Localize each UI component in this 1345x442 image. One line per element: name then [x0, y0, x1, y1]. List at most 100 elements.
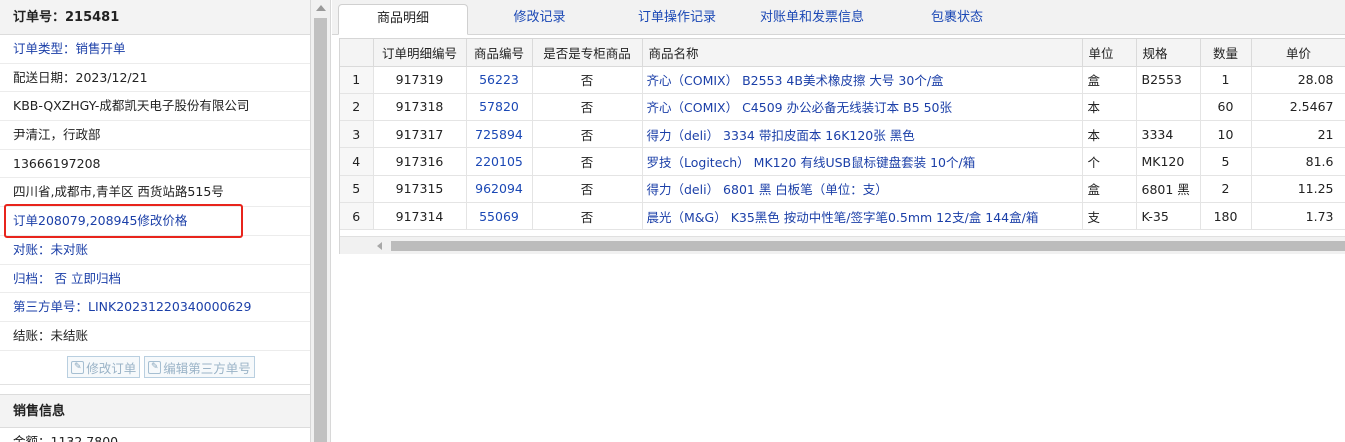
quantity-cell: 60 — [1200, 93, 1252, 122]
spec-cell — [1136, 93, 1201, 122]
sales-info-title: 销售信息 — [0, 393, 310, 428]
detail-id-cell: 917314 — [373, 202, 467, 231]
table-row[interactable]: 6 917314 55069 否晨光（M&G） K35黑色 按动中性笔/签字笔0.5m… — [340, 202, 1345, 231]
edit-icon: ✎ — [71, 360, 85, 374]
unit-cell: 个 — [1082, 147, 1137, 176]
reconcile-status[interactable]: 对账：未对账 — [0, 236, 310, 265]
row-number-cell: 1 — [340, 66, 374, 94]
quantity-cell: 1 — [1200, 66, 1252, 94]
counter-flag-cell: 否 — [532, 202, 643, 231]
tab-modify-log[interactable]: 修改记录 — [482, 4, 597, 35]
col-unit[interactable]: 单位 — [1082, 39, 1137, 67]
detail-id-cell: 917316 — [373, 147, 467, 176]
spec-cell: 3334 — [1136, 120, 1201, 149]
product-id-cell[interactable]: 962094 — [466, 175, 533, 203]
edit-third-party-button[interactable]: ✎ 编辑第三方单号 — [144, 356, 255, 379]
product-detail-grid: 订单明细编号 商品编号 是否是专柜商品 商品名称 单位 规格 数量 单价 1 91… — [339, 38, 1345, 254]
product-name-cell[interactable]: 得力（deli） 6801 黑 白板笔（单位：支） — [642, 175, 1083, 203]
quantity-cell: 10 — [1200, 120, 1252, 149]
detail-panel: 商品明细 修改记录 订单操作记录 对账单和发票信息 包裹状态 订单明细编号 商品… — [332, 0, 1345, 442]
scroll-up-arrow-icon[interactable] — [316, 5, 326, 11]
unit-price-cell: 11.25 — [1251, 175, 1345, 203]
detail-id-cell: 917315 — [373, 175, 467, 203]
product-id-cell[interactable]: 55069 — [466, 202, 533, 231]
unit-cell: 本 — [1082, 93, 1137, 122]
row-number-cell: 3 — [340, 120, 374, 149]
edit-third-party-label: 编辑第三方单号 — [163, 360, 251, 376]
scroll-left-arrow-icon[interactable] — [377, 242, 382, 250]
product-name-cell[interactable]: 晨光（M&G） K35黑色 按动中性笔/签字笔0.5mm 12支/盒 144盒/… — [642, 202, 1083, 231]
spec-cell: K-35 — [1136, 202, 1201, 231]
counter-flag-cell: 否 — [532, 120, 643, 149]
row-number-cell: 4 — [340, 147, 374, 176]
delivery-date: 配送日期：2023/12/21 — [0, 64, 310, 93]
unit-price-cell: 1.73 — [1251, 202, 1345, 231]
product-name-cell[interactable]: 齐心（COMIX） B2553 4B美术橡皮擦 大号 30个/盒 — [642, 66, 1083, 94]
tab-operation-log[interactable]: 订单操作记录 — [612, 4, 742, 35]
contact-phone: 13666197208 — [0, 150, 310, 179]
col-detail-id[interactable]: 订单明细编号 — [373, 39, 467, 67]
unit-price-cell: 2.5467 — [1251, 93, 1345, 122]
unit-price-cell: 28.08 — [1251, 66, 1345, 94]
archive-status[interactable]: 归档： 否 立即归档 — [0, 265, 310, 294]
row-number-cell: 5 — [340, 175, 374, 203]
product-table: 订单明细编号 商品编号 是否是专柜商品 商品名称 单位 规格 数量 单价 1 91… — [340, 39, 1345, 231]
col-counter-flag[interactable]: 是否是专柜商品 — [532, 39, 643, 67]
table-row[interactable]: 5 917315 962094 否得力（deli） 6801 黑 白板笔（单位：支）盒… — [340, 175, 1345, 203]
horizontal-scrollbar-thumb[interactable] — [391, 241, 1345, 251]
order-type: 订单类型：销售开单 — [0, 35, 310, 64]
unit-cell: 本 — [1082, 120, 1137, 149]
tab-product-detail[interactable]: 商品明细 — [338, 4, 468, 35]
quantity-cell: 5 — [1200, 147, 1252, 176]
product-name-cell[interactable]: 齐心（COMIX） C4509 办公必备无线装订本 B5 50张 — [642, 93, 1083, 122]
spec-cell: B2553 — [1136, 66, 1201, 94]
quantity-cell: 180 — [1200, 202, 1252, 231]
col-product-id[interactable]: 商品编号 — [466, 39, 533, 67]
product-id-cell[interactable]: 725894 — [466, 120, 533, 149]
edit-icon: ✎ — [148, 360, 162, 374]
product-id-cell[interactable]: 57820 — [466, 93, 533, 122]
order-detail-window: 订单号：215481 订单类型：销售开单 配送日期：2023/12/21 KBB… — [0, 0, 1345, 442]
counter-flag-cell: 否 — [532, 175, 643, 203]
scrollbar-thumb[interactable] — [314, 18, 327, 442]
sales-amount: 金额：1132.7800 — [0, 428, 310, 442]
customer-company: KBB-QXZHGY-成都凯天电子股份有限公司 — [0, 92, 310, 122]
counter-flag-cell: 否 — [532, 93, 643, 122]
unit-cell: 盒 — [1082, 66, 1137, 94]
left-panel-scrollbar[interactable] — [311, 0, 331, 442]
col-product-name[interactable]: 商品名称 — [642, 39, 1083, 67]
product-id-cell[interactable]: 56223 — [466, 66, 533, 94]
unit-price-cell: 81.6 — [1251, 147, 1345, 176]
col-quantity[interactable]: 数量 — [1200, 39, 1252, 67]
col-spec[interactable]: 规格 — [1136, 39, 1201, 67]
table-row[interactable]: 1 917319 56223 否齐心（COMIX） B2553 4B美术橡皮擦 大号 … — [340, 66, 1345, 94]
spec-cell: 6801 黑 — [1136, 175, 1201, 203]
row-number-cell: 2 — [340, 93, 374, 122]
col-unit-price[interactable]: 单价 — [1251, 39, 1345, 67]
product-name-cell[interactable]: 得力（deli） 3334 带扣皮面本 16K120张 黑色 — [642, 120, 1083, 149]
unit-price-cell: 21 — [1251, 120, 1345, 149]
table-row[interactable]: 2 917318 57820 否齐心（COMIX） C4509 办公必备无线装订本 B… — [340, 93, 1345, 122]
unit-cell: 支 — [1082, 202, 1137, 231]
quantity-cell: 2 — [1200, 175, 1252, 203]
order-action-buttons: ✎ 修改订单 ✎ 编辑第三方单号 — [0, 351, 310, 385]
table-row[interactable]: 4 917316 220105 否罗技（Logitech） MK120 有线USB鼠标… — [340, 147, 1345, 176]
product-name-cell[interactable]: 罗技（Logitech） MK120 有线USB鼠标键盘套装 10个/箱 — [642, 147, 1083, 176]
detail-id-cell: 917319 — [373, 66, 467, 94]
counter-flag-cell: 否 — [532, 147, 643, 176]
horizontal-scrollbar[interactable] — [340, 236, 1345, 254]
detail-tabs: 商品明细 修改记录 订单操作记录 对账单和发票信息 包裹状态 — [332, 0, 1345, 35]
order-number-title: 订单号：215481 — [0, 0, 310, 35]
tab-statement-invoice[interactable]: 对账单和发票信息 — [747, 4, 877, 35]
third-party-order-number[interactable]: 第三方单号：LINK20231220340000629 — [0, 293, 310, 322]
settlement-status: 结账：未结账 — [0, 322, 310, 351]
edit-order-button[interactable]: ✎ 修改订单 — [67, 356, 141, 379]
table-row[interactable]: 3 917317 725894 否得力（deli） 3334 带扣皮面本 16K120… — [340, 120, 1345, 149]
order-remark[interactable]: 订单208079,208945修改价格 — [0, 207, 310, 236]
unit-cell: 盒 — [1082, 175, 1137, 203]
col-rownum — [340, 39, 374, 67]
product-id-cell[interactable]: 220105 — [466, 147, 533, 176]
table-header-row: 订单明细编号 商品编号 是否是专柜商品 商品名称 单位 规格 数量 单价 — [340, 39, 1345, 67]
row-number-cell: 6 — [340, 202, 374, 231]
tab-package-status[interactable]: 包裹状态 — [907, 4, 1007, 35]
